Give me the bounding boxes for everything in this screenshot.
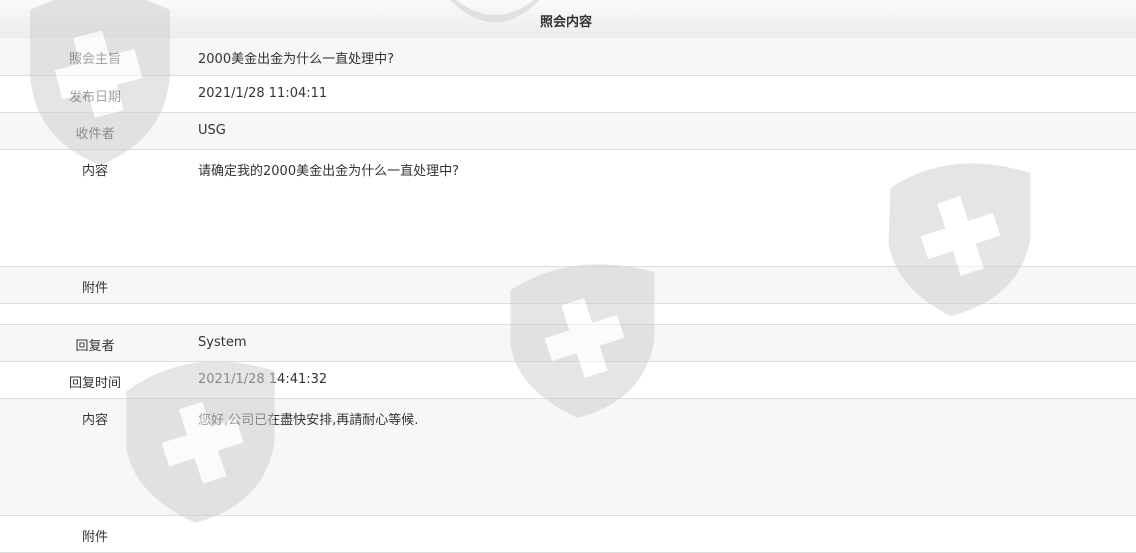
reply-attachment-label: 附件 (81, 530, 108, 545)
date-row: 发布日期 2021/1/28 11:04:11 (0, 76, 1136, 113)
reply-time-value: 2021/1/28 14:41:32 (198, 372, 328, 387)
recipient-value: USG (198, 123, 226, 138)
replier-row: 回复者 System (0, 324, 1136, 362)
replier-value: System (198, 335, 247, 350)
inquiry-detail-page: 照会内容 照会主旨 2000美金出金为什么一直处理中? 发布日期 2021/1/… (0, 0, 1136, 553)
recipient-row: 收件者 USG (0, 113, 1136, 150)
content-label: 内容 (81, 164, 108, 179)
reply-content-value: 您好,公司已在盡快安排,再請耐心等候. (198, 413, 419, 428)
recipient-label: 收件者 (75, 127, 115, 142)
date-value: 2021/1/28 11:04:11 (198, 86, 328, 101)
content-row: 内容 请确定我的2000美金出金为什么一直处理中? (0, 150, 1136, 267)
page-title: 照会内容 (540, 15, 593, 30)
block-separator (0, 304, 1136, 324)
reply-content-label: 内容 (81, 413, 108, 428)
attachment-row: 附件 (0, 267, 1136, 304)
subject-label: 照会主旨 (68, 52, 121, 67)
replier-label: 回复者 (75, 339, 115, 354)
date-label: 发布日期 (68, 90, 121, 105)
reply-content-row: 内容 您好,公司已在盡快安排,再請耐心等候. (0, 399, 1136, 516)
reply-time-label: 回复时间 (68, 376, 121, 391)
attachment-label: 附件 (81, 281, 108, 296)
subject-value: 2000美金出金为什么一直处理中? (198, 52, 394, 67)
reply-time-row: 回复时间 2021/1/28 14:41:32 (0, 362, 1136, 399)
content-value: 请确定我的2000美金出金为什么一直处理中? (198, 164, 459, 179)
subject-row: 照会主旨 2000美金出金为什么一直处理中? (0, 38, 1136, 76)
reply-attachment-row: 附件 (0, 516, 1136, 553)
section-header: 照会内容 (0, 0, 1136, 39)
